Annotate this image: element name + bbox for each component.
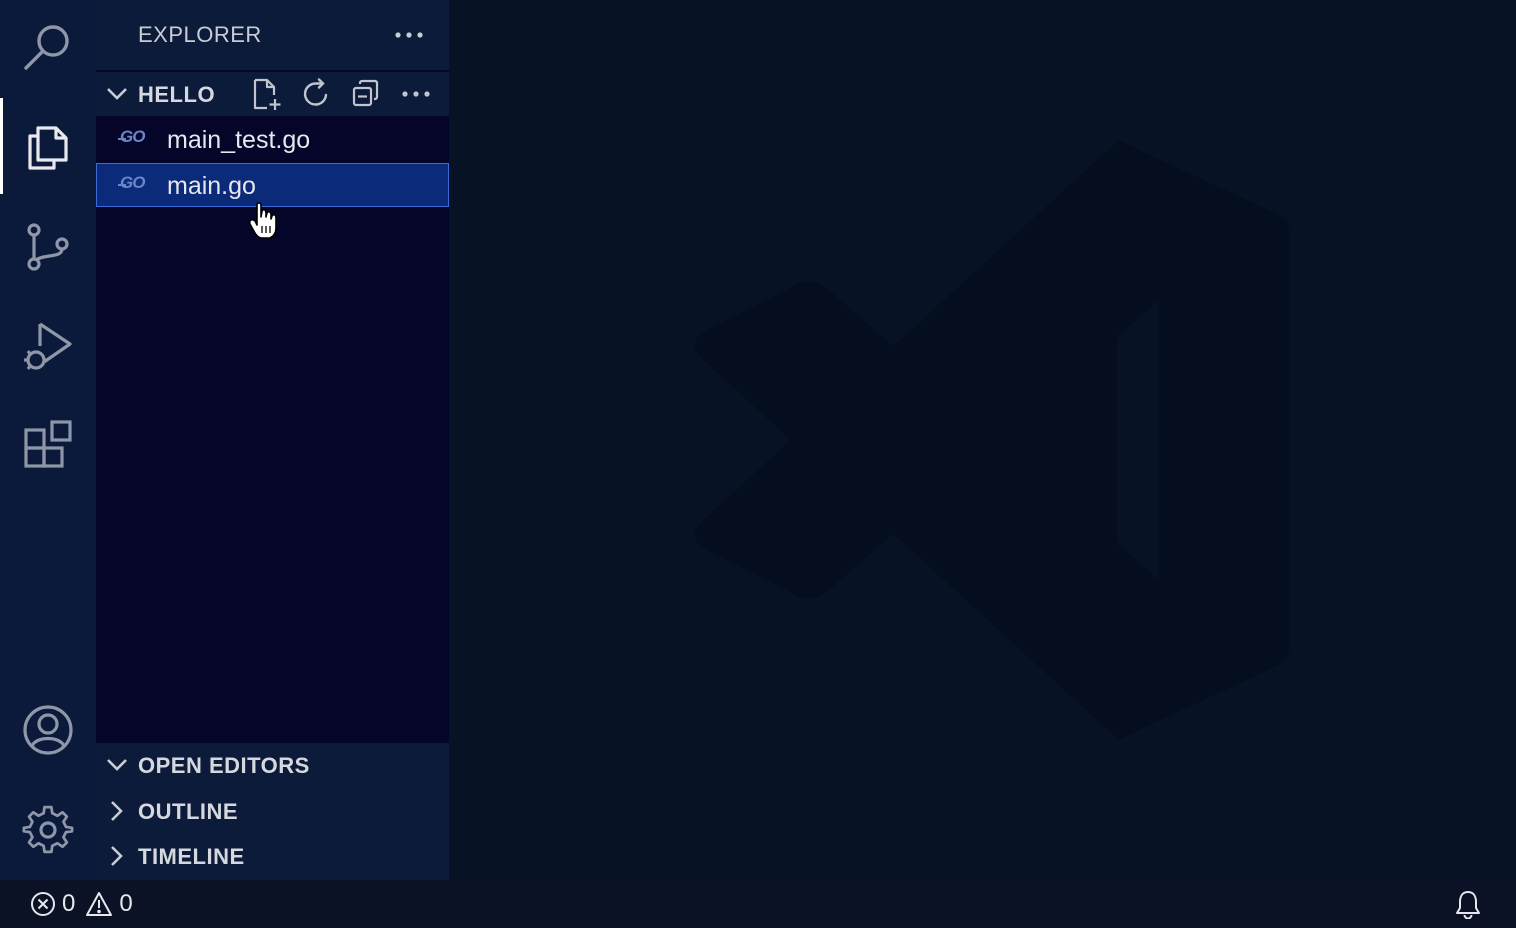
refresh-explorer-button[interactable] [291, 76, 341, 112]
pane-label: OUTLINE [138, 799, 239, 824]
settings-gear-icon [22, 805, 74, 854]
activity-accounts-button[interactable] [0, 682, 96, 778]
pane-header-timeline[interactable]: TIMELINE [96, 834, 449, 878]
notifications-button[interactable] [1454, 880, 1488, 928]
go-file-icon: GO [117, 127, 145, 146]
error-count: 0 [62, 890, 76, 917]
go-file-icon: GO [117, 173, 145, 192]
folder-label: HELLO [138, 82, 216, 107]
pane-header-outline[interactable]: OUTLINE [96, 789, 449, 833]
activity-source-control-button[interactable] [0, 198, 96, 294]
extensions-icon [24, 420, 72, 468]
sidebar-header: EXPLORER [96, 0, 449, 70]
activity-search-button[interactable] [0, 0, 96, 96]
chevron-right-icon [106, 845, 128, 867]
sidebar-title: EXPLORER [138, 22, 262, 47]
activity-settings-button[interactable] [0, 782, 96, 878]
status-bar: 0 0 [0, 880, 1516, 928]
chevron-right-icon [106, 800, 128, 822]
folder-header-hello[interactable]: HELLO [96, 72, 449, 116]
file-item-main-go[interactable]: GO main.go [96, 163, 449, 207]
warning-count: 0 [119, 890, 133, 917]
account-icon [23, 705, 73, 755]
activity-bar [0, 0, 96, 880]
file-name: main.go [167, 172, 256, 200]
chevron-down-icon [106, 83, 128, 105]
views-more-actions-button[interactable] [391, 18, 427, 52]
bell-icon [1456, 891, 1480, 919]
source-control-icon [27, 223, 69, 271]
explorer-sidebar: EXPLORER HELLO GO main_test.go GO main.g… [96, 0, 449, 880]
more-horizontal-icon [395, 32, 423, 38]
pane-label: TIMELINE [138, 844, 245, 869]
folder-actions [241, 76, 441, 112]
file-item-main-test-go[interactable]: GO main_test.go [96, 117, 449, 161]
refresh-icon [303, 78, 328, 106]
folder-more-actions-button[interactable] [391, 76, 441, 112]
collapse-all-icon [352, 79, 379, 107]
warning-icon [86, 892, 113, 916]
error-icon [31, 892, 55, 916]
new-file-icon [253, 78, 281, 110]
sidebar-bottom-panes: OPEN EDITORS OUTLINE TIMELINE [96, 743, 449, 880]
explorer-icon [28, 126, 68, 170]
vscode-logo-watermark [694, 140, 1289, 740]
activity-extensions-button[interactable] [0, 398, 96, 494]
pane-label: OPEN EDITORS [138, 753, 310, 778]
more-horizontal-icon [402, 91, 430, 97]
chevron-down-icon [106, 754, 128, 776]
problems-status[interactable]: 0 0 [30, 880, 133, 928]
editor-area-empty[interactable] [449, 0, 1516, 880]
pane-header-open-editors[interactable]: OPEN EDITORS [96, 743, 449, 787]
activity-run-debug-button[interactable] [0, 298, 96, 394]
run-debug-icon [24, 322, 72, 370]
activity-explorer-button[interactable] [0, 98, 96, 194]
search-icon [24, 25, 69, 70]
new-file-button[interactable] [241, 76, 291, 112]
file-name: main_test.go [167, 126, 311, 154]
collapse-folders-button[interactable] [341, 76, 391, 112]
